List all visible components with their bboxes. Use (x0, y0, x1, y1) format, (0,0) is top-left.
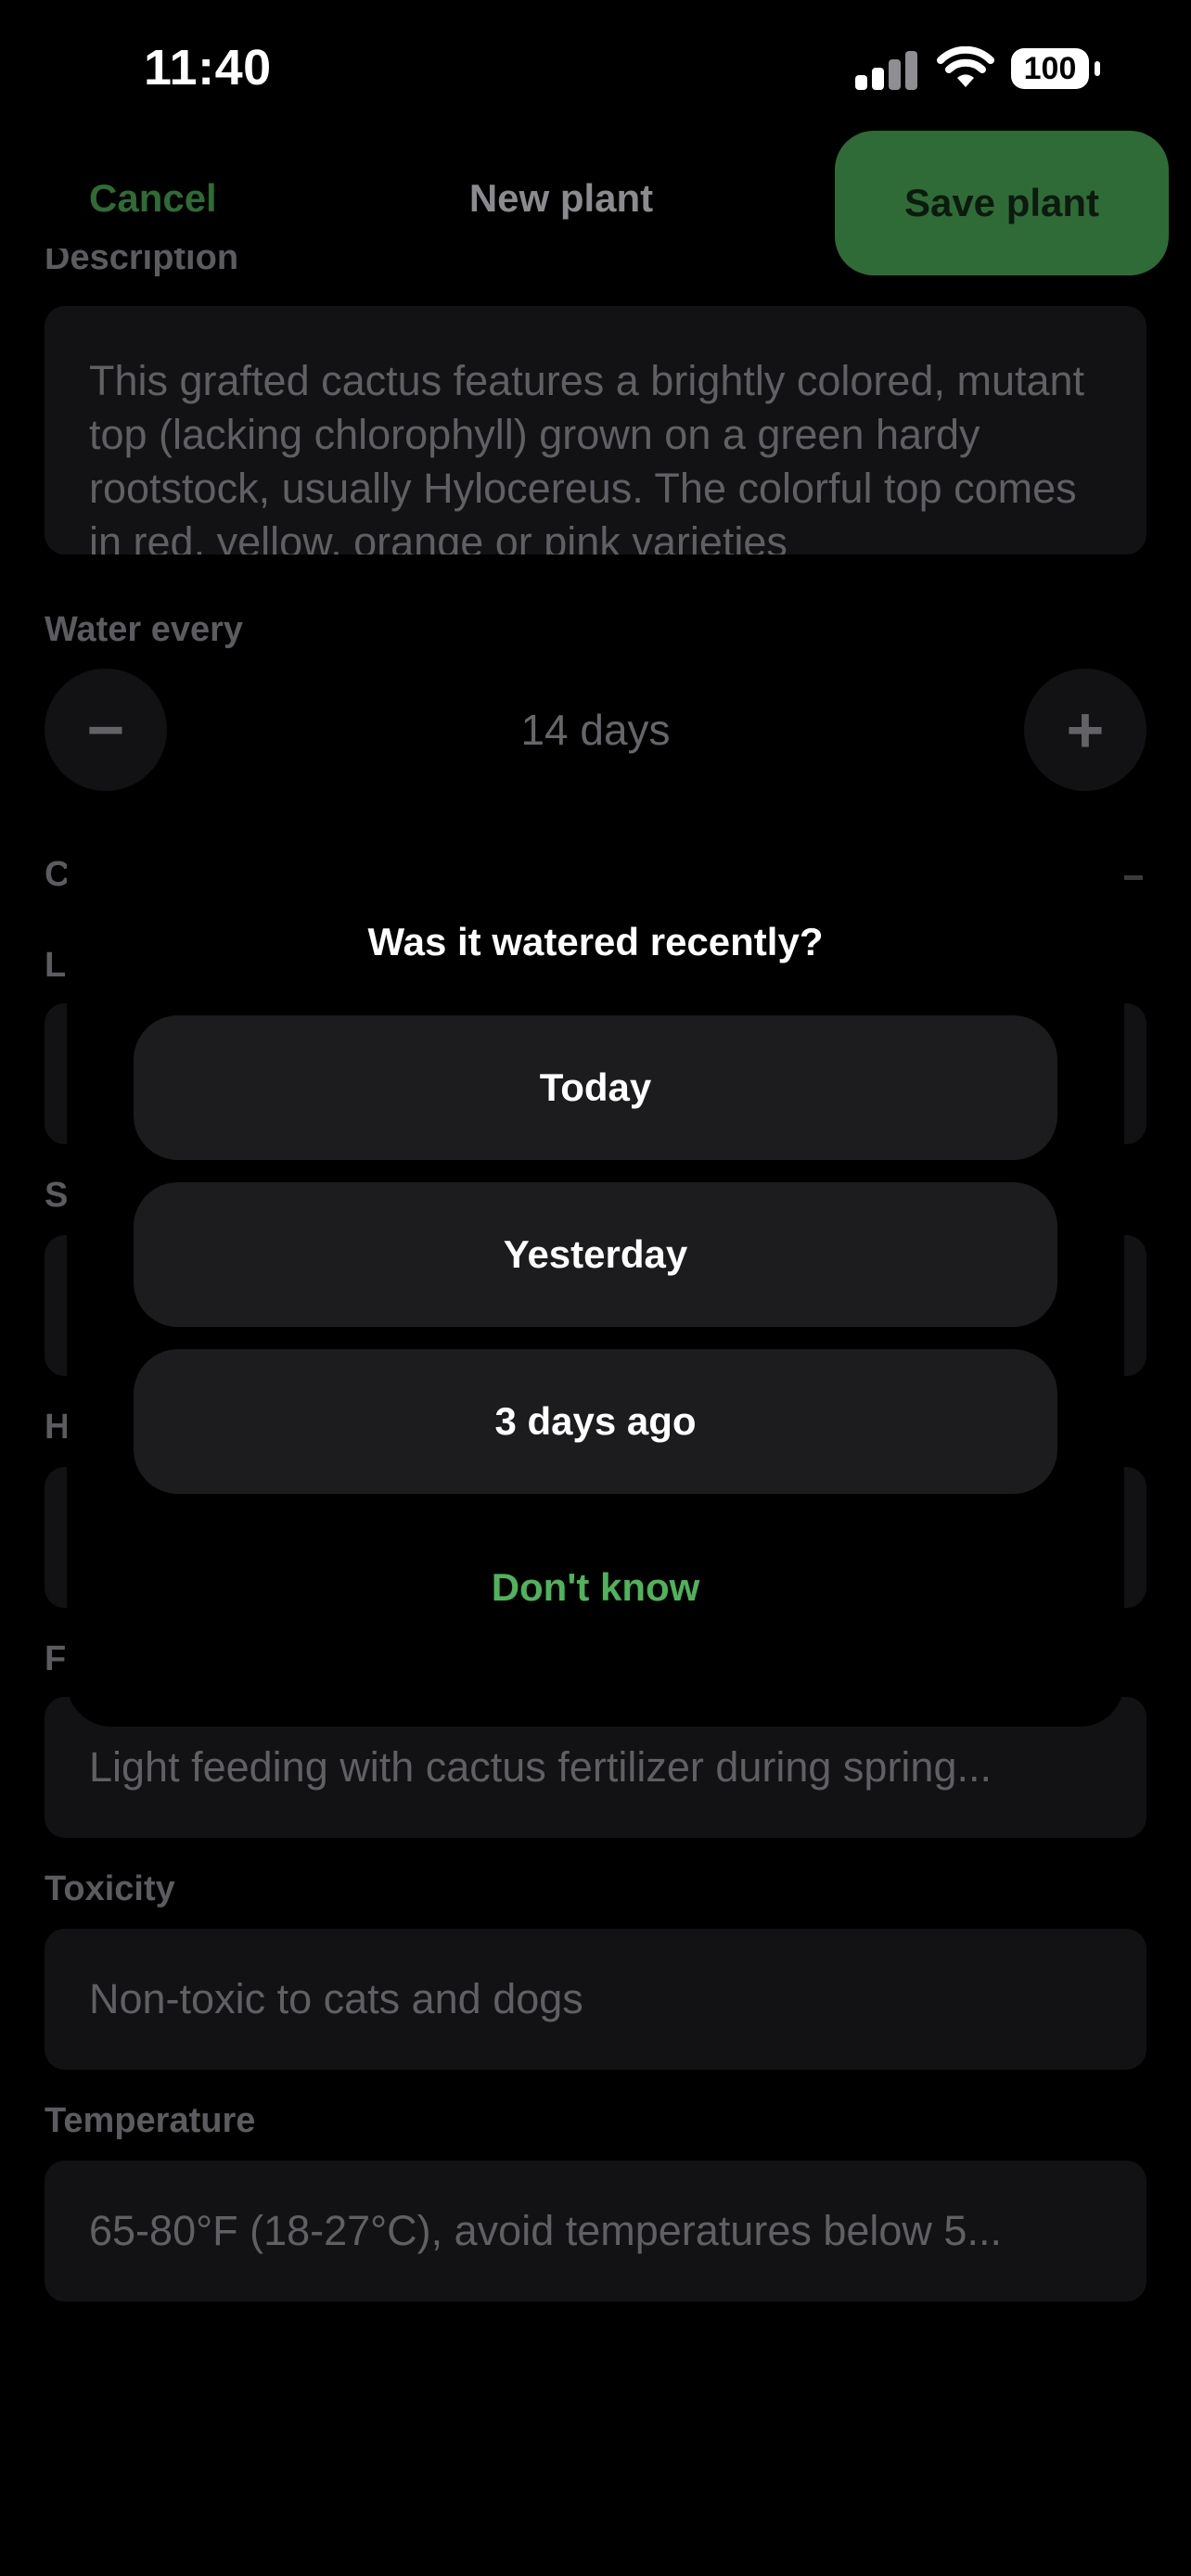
cellular-signal-icon (855, 51, 918, 90)
plus-icon: + (1066, 694, 1105, 766)
description-field[interactable]: This grafted cactus features a brightly … (45, 306, 1146, 555)
wifi-icon (937, 46, 994, 87)
row-label-4: F (45, 1639, 67, 1678)
row-label-2: S (45, 1176, 69, 1215)
temperature-label: Temperature (45, 2101, 256, 2140)
battery-level: 100 (1011, 48, 1089, 89)
status-time: 11:40 (144, 40, 272, 96)
row-label-1: L (45, 946, 67, 985)
option-today-button[interactable]: Today (134, 1015, 1057, 1160)
dont-know-button[interactable]: Don't know (67, 1565, 1124, 1610)
option-3-days-ago-button[interactable]: 3 days ago (134, 1349, 1057, 1494)
sheet-title: Was it watered recently? (367, 920, 824, 963)
save-plant-button[interactable]: Save plant (835, 131, 1169, 275)
option-yesterday-button[interactable]: Yesterday (134, 1182, 1057, 1327)
toxicity-label: Toxicity (45, 1869, 175, 1908)
water-interval-value: 14 days (520, 706, 671, 754)
temperature-field[interactable]: 65-80°F (18-27°C), avoid temperatures be… (45, 2161, 1146, 2302)
toxicity-field[interactable]: Non-toxic to cats and dogs (45, 1929, 1146, 2070)
water-every-label: Water every (45, 610, 244, 649)
battery-icon: 100 (1011, 48, 1100, 89)
increase-water-button[interactable]: + (1024, 669, 1146, 791)
description-label: Description (45, 249, 239, 277)
